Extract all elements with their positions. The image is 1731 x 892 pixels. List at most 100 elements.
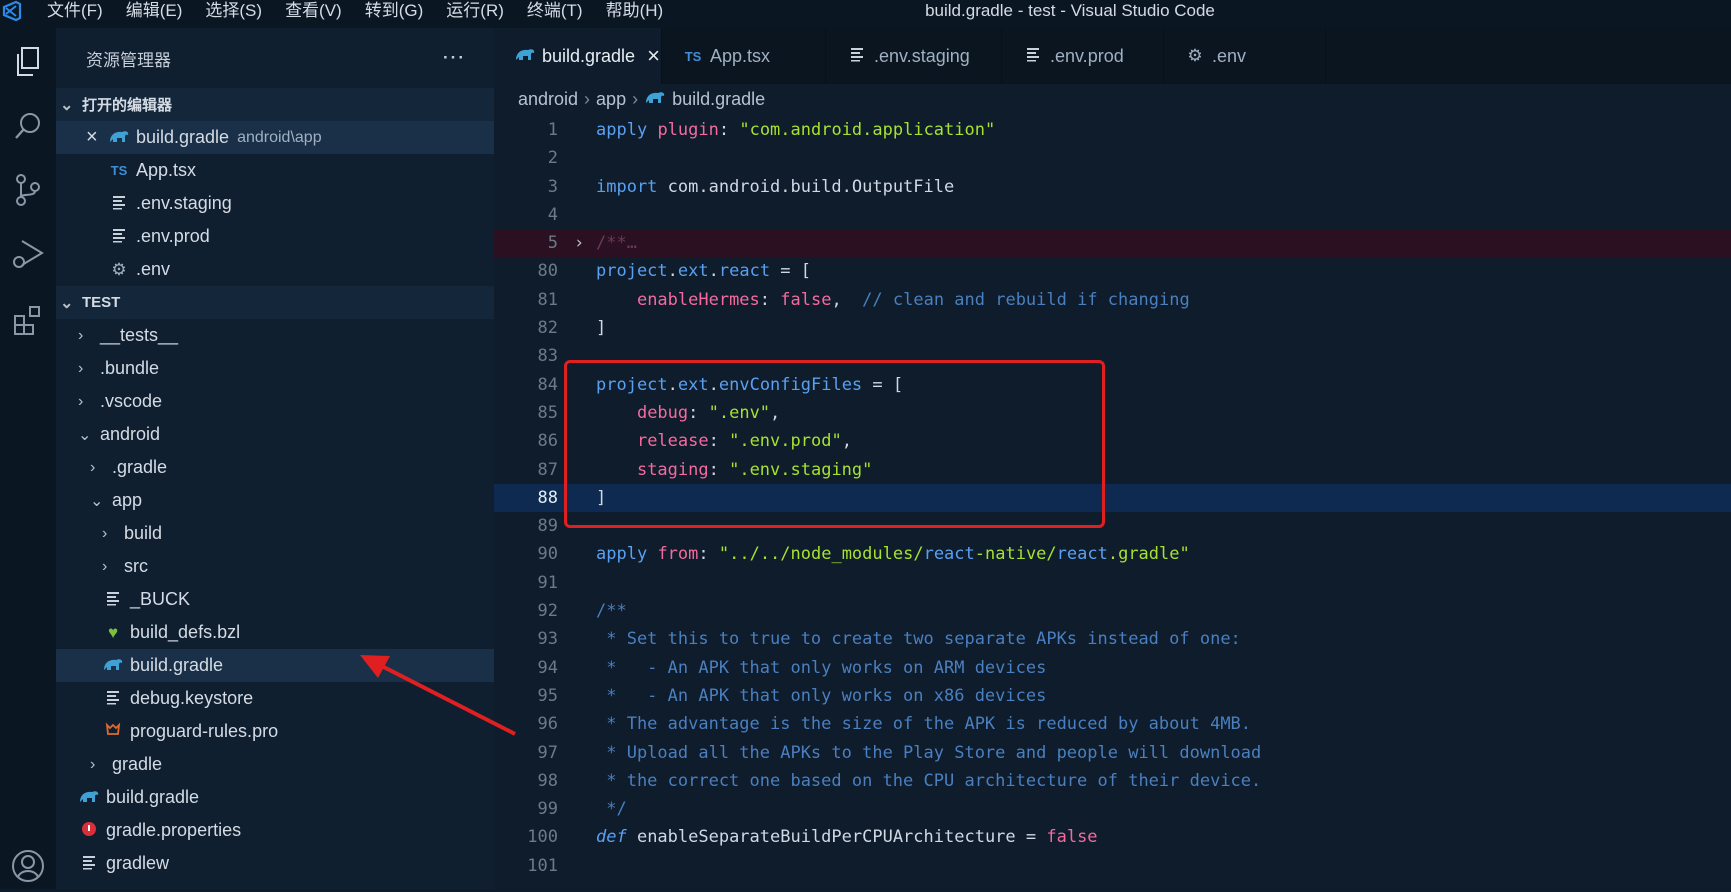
tree-item-label: gradle (112, 754, 163, 774)
breadcrumb-item[interactable]: android (518, 89, 578, 110)
line-number: 97 (537, 742, 558, 763)
open-editor-item[interactable]: × build.gradle android\app (56, 121, 494, 154)
chevron-right-icon: › (102, 557, 108, 575)
code-line[interactable]: 100 def enableSeparateBuildPerCPUArchitec… (494, 823, 1731, 851)
code-line[interactable]: 93 * Set this to true to create two sepa… (494, 625, 1731, 653)
tree-folder[interactable]: ⌄ app (56, 484, 494, 517)
account-icon[interactable] (0, 840, 56, 892)
chevron-right-icon: › (78, 326, 84, 344)
tab-label: .env.staging (874, 45, 970, 66)
tree-folder[interactable]: › .gradle (56, 451, 494, 484)
tab-4[interactable]: ⚙ .env (1164, 28, 1326, 84)
open-editor-name: .env.prod (136, 226, 210, 246)
tree-file[interactable]: gradle.properties (56, 814, 494, 847)
code-line[interactable]: 94 * - An APK that only works on ARM dev… (494, 654, 1731, 682)
menu-item-7[interactable]: 帮助(H) (606, 0, 664, 24)
tree-item-label: build.gradle (106, 787, 200, 807)
code-line[interactable]: 5 › /**… (494, 229, 1731, 258)
code-text: def enableSeparateBuildPerCPUArchitectur… (596, 827, 1098, 848)
tree-folder[interactable]: › gradle (56, 748, 494, 781)
chevron-down-icon: ⌄ (90, 492, 104, 510)
menu-item-0[interactable]: 文件(F) (47, 0, 103, 24)
code-line[interactable]: 3 import com.android.build.OutputFile (494, 173, 1731, 201)
gradle-icon (102, 656, 124, 676)
file-lines-icon (78, 854, 100, 874)
tree-file[interactable]: ♥ build_defs.bzl (56, 616, 494, 649)
open-editor-item[interactable]: TS App.tsx (56, 154, 494, 187)
open-editor-item[interactable]: ⚙ .env (56, 253, 494, 286)
open-editor-item[interactable]: .env.staging (56, 187, 494, 220)
project-section[interactable]: ⌄ TEST (56, 286, 494, 319)
line-number: 88 (537, 487, 558, 508)
proguard-icon (102, 722, 124, 742)
open-editors-section[interactable]: ⌄ 打开的编辑器 (56, 88, 494, 121)
tree-folder[interactable]: › .bundle (56, 352, 494, 385)
gear-icon: ⚙ (111, 259, 127, 279)
code-line[interactable]: 91 (494, 569, 1731, 597)
code-line[interactable]: 1 apply plugin: "com.android.application" (494, 116, 1731, 144)
file-lines-icon (102, 590, 124, 610)
tree-file[interactable]: gradlew (56, 847, 494, 880)
code-line[interactable]: 101 (494, 852, 1731, 880)
tree-folder[interactable]: ⌄ android (56, 418, 494, 451)
breadcrumb-item[interactable]: build.gradle (672, 89, 765, 110)
gear-icon: ⚙ (1187, 46, 1203, 65)
code-text: * Set this to true to create two separat… (596, 629, 1241, 650)
run-debug-icon[interactable] (0, 228, 56, 280)
tree-item-label: src (124, 556, 148, 576)
code-line[interactable]: 90 apply from: "../../node_modules/react-… (494, 540, 1731, 568)
tree-folder[interactable]: › __tests__ (56, 319, 494, 352)
annotation-highlight-box (564, 360, 1105, 528)
open-editor-path: android\app (237, 128, 322, 146)
code-line[interactable]: 96 * The advantage is the size of the AP… (494, 710, 1731, 738)
line-number: 89 (537, 516, 558, 537)
tab-3[interactable]: .env.prod (1002, 28, 1164, 84)
code-line[interactable]: 2 (494, 144, 1731, 172)
breadcrumb-item[interactable]: app (596, 89, 626, 110)
code-line[interactable]: 80 project.ext.react = [ (494, 257, 1731, 285)
extensions-icon[interactable] (0, 294, 56, 346)
tree-folder[interactable]: › build (56, 517, 494, 550)
line-number: 98 (537, 770, 558, 791)
tree-folder[interactable]: › src (56, 550, 494, 583)
tab-close-icon[interactable]: × (647, 43, 660, 69)
line-number: 5 (547, 233, 558, 254)
more-actions-button[interactable]: ··· (443, 48, 466, 68)
source-control-icon[interactable] (0, 164, 56, 216)
code-line[interactable]: 4 (494, 201, 1731, 229)
tree-folder[interactable]: › .vscode (56, 385, 494, 418)
tab-0[interactable]: build.gradle × (494, 28, 662, 84)
code-line[interactable]: 98 * the correct one based on the CPU ar… (494, 767, 1731, 795)
tab-2[interactable]: .env.staging (826, 28, 1002, 84)
menu-item-5[interactable]: 运行(R) (446, 0, 504, 24)
menu-item-6[interactable]: 终端(T) (527, 0, 583, 24)
code-line[interactable]: 97 * Upload all the APKs to the Play Sto… (494, 739, 1731, 767)
title-bar: 文件(F) 编辑(E) 选择(S) 查看(V) 转到(G) 运行(R) 终端(T) 帮助(H)… (0, 0, 1731, 28)
menu-item-1[interactable]: 编辑(E) (126, 0, 183, 24)
vscode-logo-icon[interactable] (0, 0, 28, 24)
tab-1[interactable]: TS App.tsx (662, 28, 826, 84)
code-line[interactable]: 99 */ (494, 795, 1731, 823)
close-icon[interactable]: × (86, 126, 108, 149)
tree-item-label: _BUCK (130, 589, 191, 609)
code-line[interactable]: 82] (494, 314, 1731, 342)
open-editor-item[interactable]: .env.prod (56, 220, 494, 253)
breadcrumb: android › app › build.gradle (494, 84, 1731, 114)
search-icon[interactable] (0, 100, 56, 152)
code-line[interactable]: 92 /** (494, 597, 1731, 625)
tree-item-label: .vscode (100, 391, 163, 411)
line-number: 1 (547, 120, 558, 140)
code-line[interactable]: 95 * - An APK that only works on x86 dev… (494, 682, 1731, 710)
chevron-right-icon[interactable]: › (574, 229, 584, 257)
menu-item-3[interactable]: 查看(V) (285, 0, 342, 24)
line-number: 92 (537, 601, 558, 622)
menu-item-4[interactable]: 转到(G) (365, 0, 424, 24)
tree-file[interactable]: build.gradle (56, 781, 494, 814)
tree-file[interactable]: _BUCK (56, 583, 494, 616)
file-lines-icon (102, 689, 124, 709)
explorer-icon[interactable] (0, 36, 56, 88)
menu-item-2[interactable]: 选择(S) (205, 0, 262, 24)
code-line[interactable]: 81 enableHermes: false, // clean and reb… (494, 286, 1731, 314)
explorer-title: 资源管理器 (86, 50, 171, 70)
line-number: 100 (527, 827, 558, 848)
